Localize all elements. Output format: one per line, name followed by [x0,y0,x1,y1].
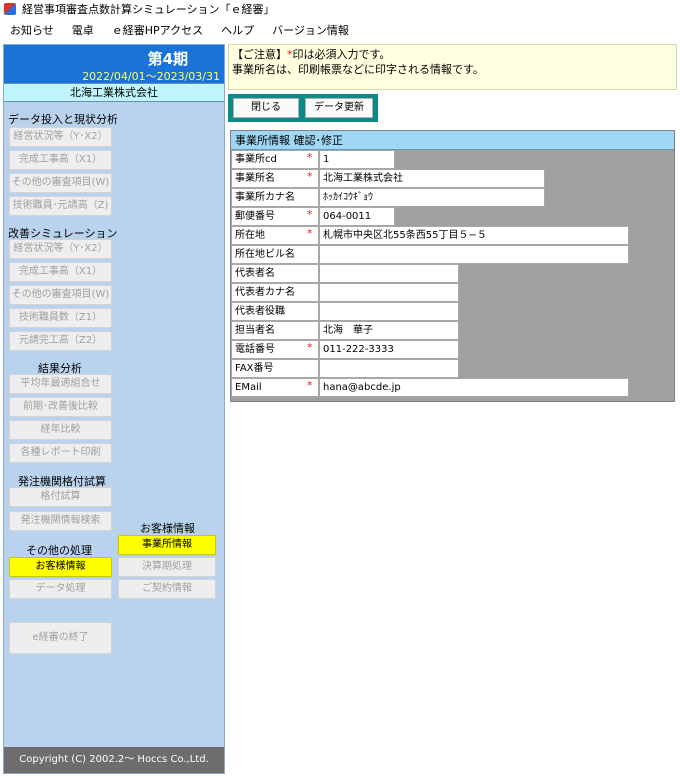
button-hatchu[interactable]: 発注機関情報検索 [9,511,112,531]
window-title: 経営事項審査点数計算シミュレーション「ｅ経審」 [22,3,275,16]
required-star-icon: * [307,379,313,392]
email-label: EMail [231,378,319,397]
rep-name-field[interactable] [319,264,459,283]
period-label: 第4期 [147,50,188,68]
rep-name-label: 代表者名 [231,264,319,283]
button-exit[interactable]: e経審の終了 [9,622,112,654]
section-other: その他の処理 [26,544,92,557]
office-name-field[interactable]: 北海工業株式会社 [319,169,545,188]
toolbar: 閉じる データ更新 [228,94,378,122]
phone-label: 電話番号 [231,340,319,359]
button-sonota[interactable]: その他の審査項目(W) [9,173,112,193]
button-keiei-sim[interactable]: 経営状況等（Y･X2） [9,239,112,259]
button-kakuzuke[interactable]: 格付試算 [9,487,112,507]
app-icon [4,3,16,15]
menu-calculator[interactable]: 電卓 [72,22,94,38]
office-cd-label: 事業所cd [231,150,319,169]
postal-code-field[interactable]: 064-0011 [319,207,395,226]
required-star-icon: * [307,151,313,164]
notice-box: 【ご注意】*印は必須入力です。 事業所名は、印刷帳票などに印字される情報です。 [228,44,677,90]
phone-field[interactable]: 011-222-3333 [319,340,459,359]
rep-kana-label: 代表者カナ名 [231,283,319,302]
button-report[interactable]: 各種レポート印刷 [9,443,112,463]
fax-label: FAX番号 [231,359,319,378]
address-label: 所在地 [231,226,319,245]
notice-prefix: 【ご注意】 [232,48,287,61]
window-titlebar: 経営事項審査点数計算シミュレーション「ｅ経審」 [0,0,680,18]
update-data-button[interactable]: データ更新 [305,98,373,118]
address-field[interactable]: 札幌市中央区北55条西55丁目５−５ [319,226,629,245]
fax-field[interactable] [319,359,459,378]
button-gijutsu[interactable]: 技術職員･元請高（Z) [9,196,112,216]
required-star-icon: * [307,227,313,240]
button-keiyaku[interactable]: ご契約情報 [118,579,216,599]
copyright-footer: Copyright (C) 2002.2〜 Hoccs Co.,Ltd. [4,747,224,773]
rep-title-label: 代表者役職 [231,302,319,321]
menu-bar: お知らせ 電卓 ｅ経審HPアクセス ヘルプ バージョン情報 [0,19,680,41]
required-star-icon: * [307,170,313,183]
button-zengo[interactable]: 前期･改善後比較 [9,397,112,417]
office-kana-label: 事業所カナ名 [231,188,319,207]
button-keinen[interactable]: 経年比較 [9,420,112,440]
button-kansei-sim[interactable]: 完成工事高（X1） [9,262,112,282]
section-data-input: データ投入と現状分析 [8,113,118,126]
button-jigyosho[interactable]: 事業所情報 [118,535,216,555]
button-keiei[interactable]: 経営状況等（Y･X2） [9,127,112,147]
rep-kana-field[interactable] [319,283,459,302]
period-range: 2022/04/01〜2023/03/31 [82,70,220,83]
button-motouke[interactable]: 元請完工高（Z2） [9,331,112,351]
button-kessan[interactable]: 決算期処理 [118,557,216,577]
panel-header: 事業所情報 確認･修正 [231,131,674,150]
contact-name-label: 担当者名 [231,321,319,340]
office-cd-field[interactable]: 1 [319,150,395,169]
button-kansei[interactable]: 完成工事高（X1） [9,150,112,170]
building-name-label: 所在地ビル名 [231,245,319,264]
notice-line2: 事業所名は、印刷帳票などに印字される情報です。 [232,63,484,76]
button-data-shori[interactable]: データ処理 [9,579,112,599]
office-kana-field[interactable]: ﾎｯｶｲｺｳｷﾞｮｳ [319,188,545,207]
email-field[interactable]: hana@abcde.jp [319,378,629,397]
rep-title-field[interactable] [319,302,459,321]
company-name: 北海工業株式会社 [4,83,224,102]
close-button[interactable]: 閉じる [233,98,299,118]
period-header: 第4期 2022/04/01〜2023/03/31 [4,45,224,83]
button-okyaku[interactable]: お客様情報 [9,557,112,577]
menu-news[interactable]: お知らせ [10,22,54,38]
button-gijutsu-su[interactable]: 技術職員数（Z1） [9,308,112,328]
menu-help[interactable]: ヘルプ [221,22,254,38]
building-name-field[interactable] [319,245,629,264]
section-customer: お客様情報 [140,522,195,535]
button-heikin[interactable]: 平均年最適組合せ [9,374,112,394]
menu-hp-access[interactable]: ｅ経審HPアクセス [112,22,203,38]
sidebar: 第4期 2022/04/01〜2023/03/31 北海工業株式会社 データ投入… [3,44,225,774]
required-star-icon: * [307,341,313,354]
postal-code-label: 郵便番号 [231,207,319,226]
office-info-panel: 事業所情報 確認･修正 事業所cd * 1 事業所名 * 北海工業株式会社 事業所カナ名 ﾎｯ… [230,130,675,402]
menu-version[interactable]: バージョン情報 [272,22,349,38]
required-star-icon: * [307,208,313,221]
notice-line1: 印は必須入力です。 [292,48,391,61]
button-sonota-sim[interactable]: その他の審査項目(W) [9,285,112,305]
contact-name-field[interactable]: 北海 華子 [319,321,459,340]
office-name-label: 事業所名 [231,169,319,188]
